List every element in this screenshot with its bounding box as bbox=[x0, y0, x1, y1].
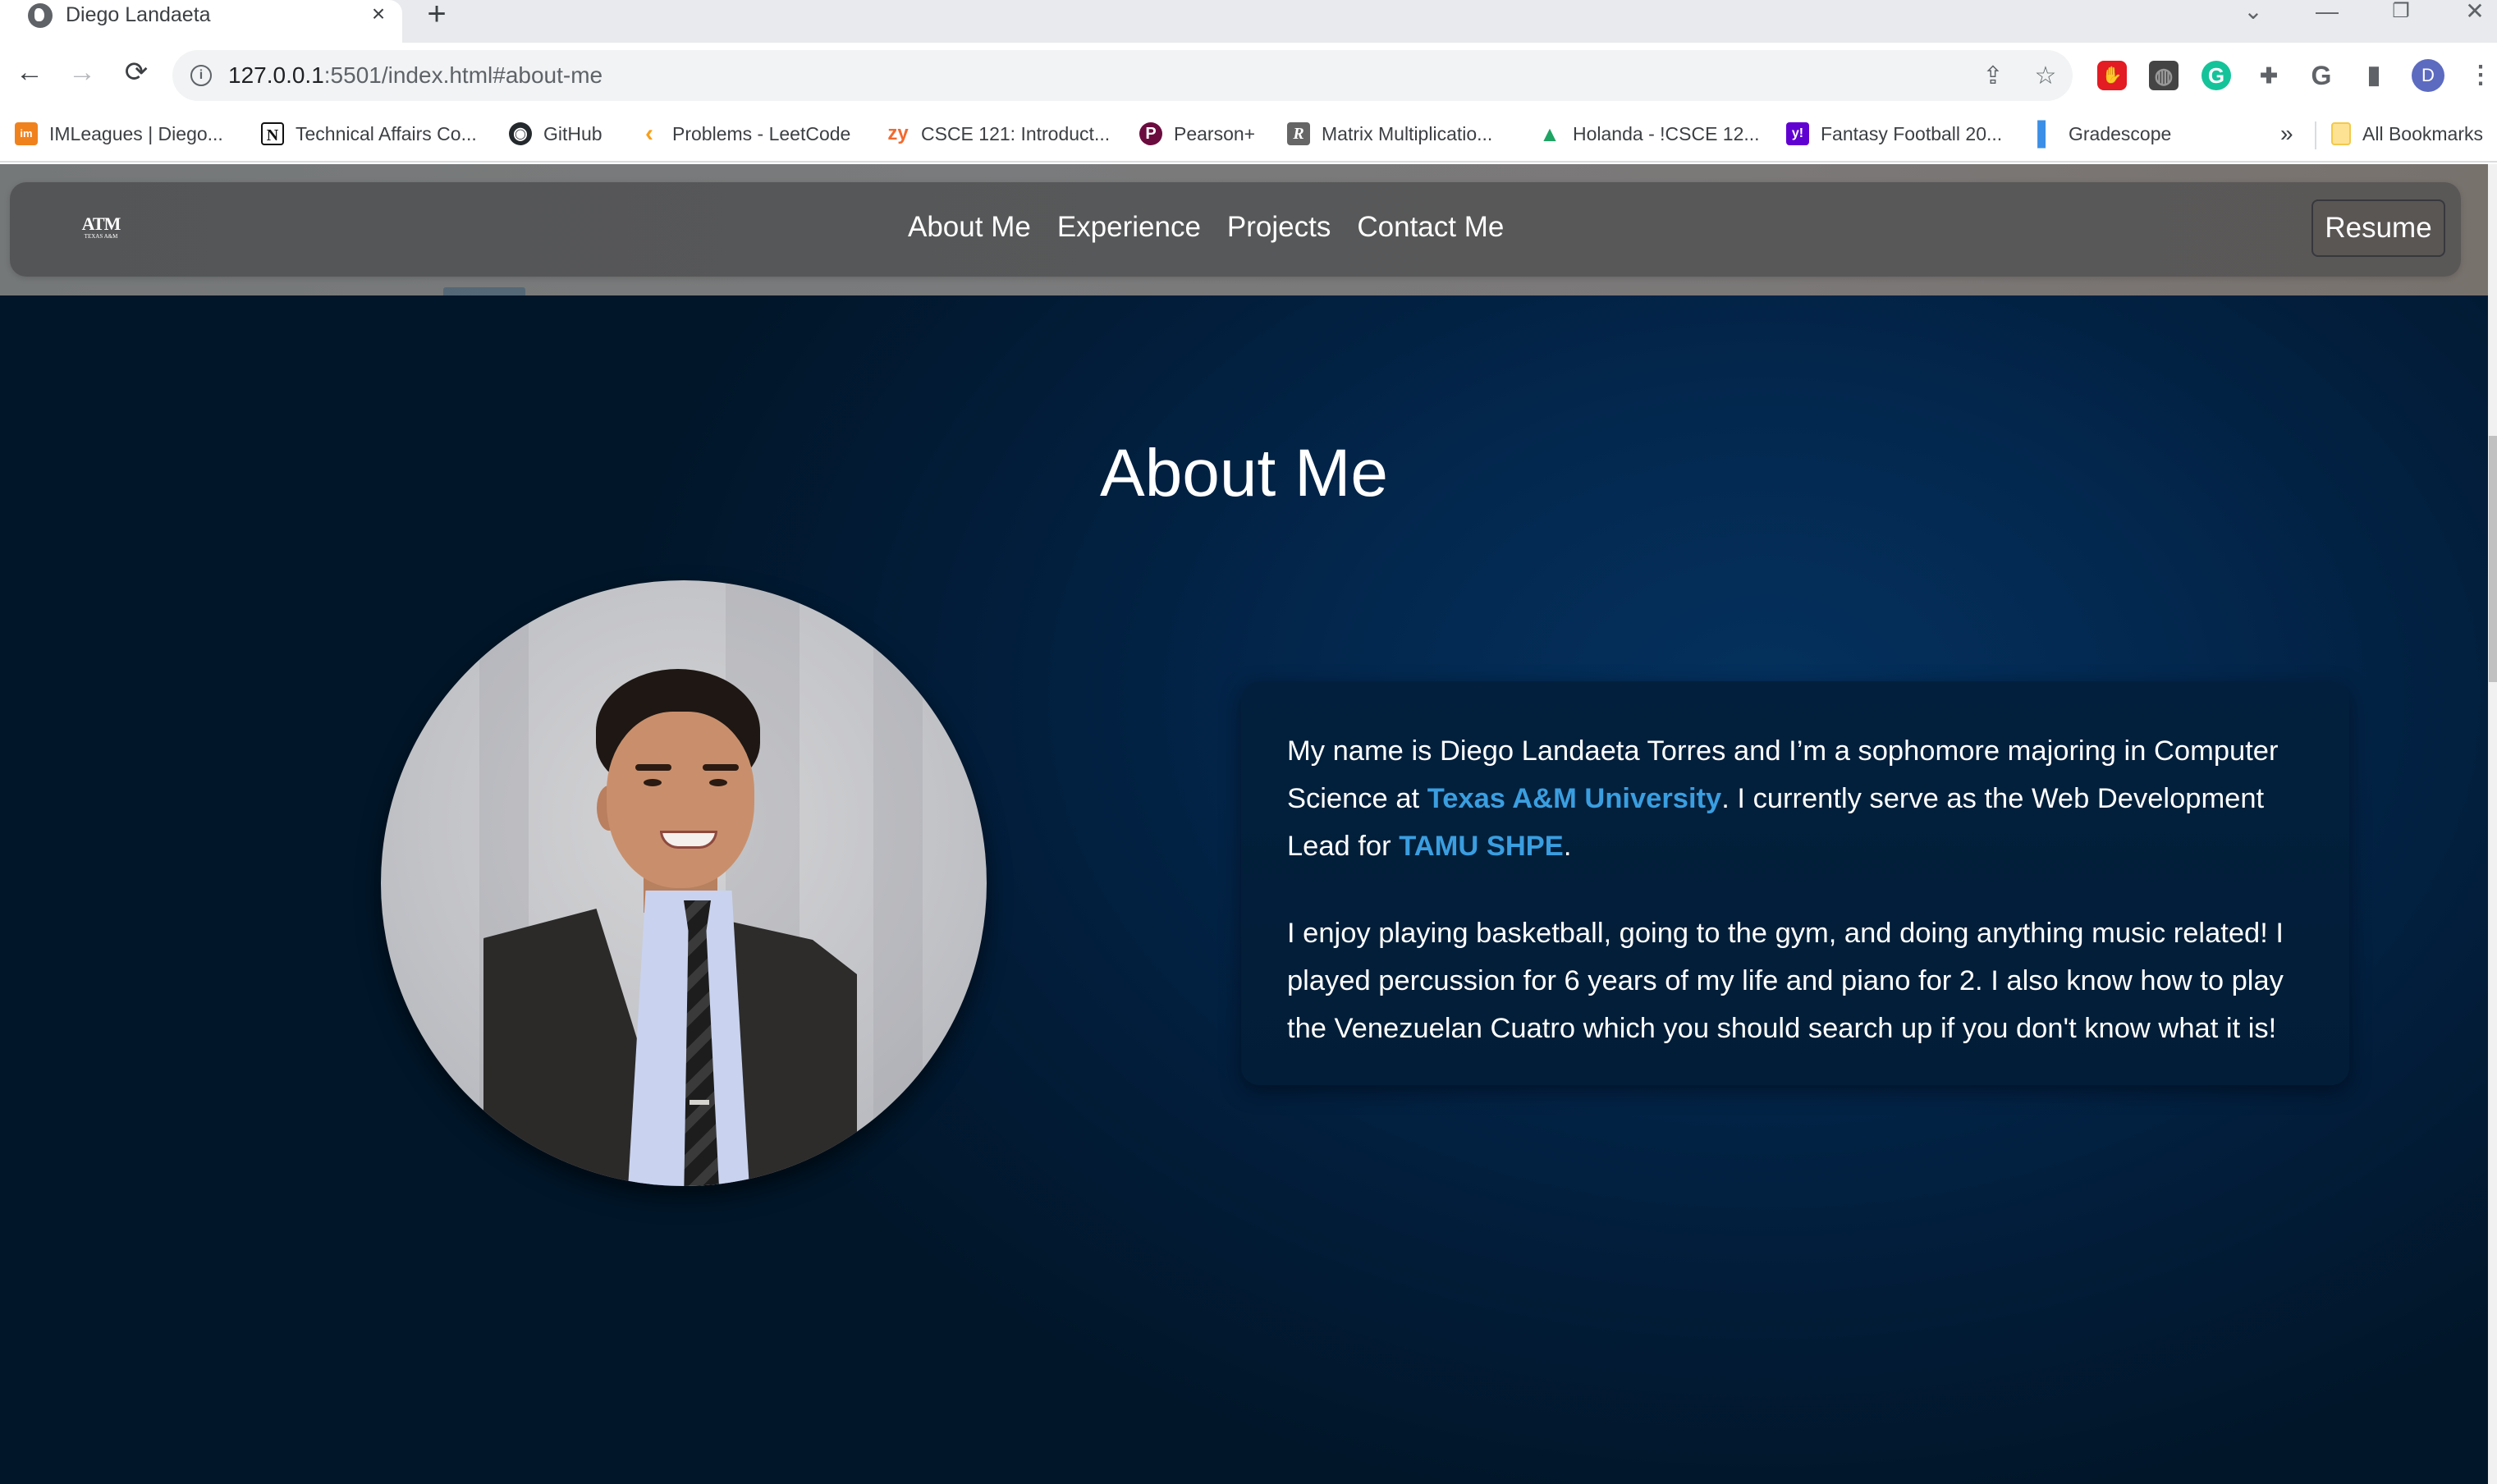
page-scrollbar[interactable] bbox=[2488, 164, 2497, 1484]
leetcode-icon: ‹ bbox=[645, 120, 653, 147]
back-button[interactable]: ← bbox=[13, 56, 46, 89]
bookmark-label: GitHub bbox=[543, 122, 602, 144]
reload-button[interactable]: ⟳ bbox=[120, 56, 153, 89]
browser-menu-icon[interactable]: ⋮ bbox=[2466, 61, 2495, 90]
shpe-link[interactable]: TAMU SHPE bbox=[1399, 831, 1564, 862]
profile-avatar[interactable]: D bbox=[2412, 59, 2444, 92]
url-host: 127.0.0.1 bbox=[228, 62, 324, 88]
logo-mark: ATM bbox=[81, 213, 121, 234]
share-icon[interactable]: ⇪ bbox=[1978, 62, 2008, 91]
google-drive-icon: ▲ bbox=[1539, 121, 1560, 146]
nav-link-experience[interactable]: Experience bbox=[1057, 207, 1201, 248]
bookmark-leetcode[interactable]: ‹ Problems - LeetCode bbox=[638, 120, 850, 148]
minimize-button[interactable]: — bbox=[2307, 0, 2348, 25]
bookmark-label: All Bookmarks bbox=[2362, 122, 2483, 144]
page-viewport: ATM TEXAS A&M About Me Experience Projec… bbox=[0, 164, 2488, 1484]
folder-icon bbox=[2331, 122, 2351, 145]
bookmarks-bar: im IMLeagues | Diego... N Technical Affair… bbox=[0, 108, 2497, 163]
bookmark-github[interactable]: ◉ GitHub bbox=[509, 120, 602, 148]
forward-button[interactable]: → bbox=[66, 56, 99, 89]
tab-search-icon[interactable]: ⌄ bbox=[2233, 0, 2274, 25]
about-text-span: . bbox=[1563, 831, 1572, 862]
new-tab-button[interactable]: + bbox=[420, 0, 453, 30]
restore-button[interactable]: ❐ bbox=[2380, 0, 2421, 25]
grammarly-extension-icon[interactable]: G bbox=[2201, 61, 2231, 90]
notion-icon: N bbox=[261, 122, 284, 145]
tamu-logo[interactable]: ATM TEXAS A&M bbox=[80, 215, 121, 248]
bookmark-label: Gradescope bbox=[2069, 122, 2172, 144]
google-extension-icon[interactable]: G bbox=[2307, 61, 2336, 90]
about-paragraph-2: I enjoy playing basketball, going to the… bbox=[1287, 918, 2284, 1044]
about-card: My name is Diego Landaeta Torres and I’m… bbox=[1241, 681, 2349, 1085]
skyline-decoration bbox=[443, 287, 525, 295]
bookmark-label: Pearson+ bbox=[1174, 122, 1256, 144]
globe-icon bbox=[28, 3, 53, 28]
address-url[interactable]: 127.0.0.1:5501/index.html#about-me bbox=[228, 62, 602, 89]
close-tab-icon[interactable]: × bbox=[366, 0, 391, 28]
nav-link-contact-me[interactable]: Contact Me bbox=[1357, 207, 1504, 248]
side-panel-icon[interactable]: ▮ bbox=[2359, 61, 2389, 90]
bookmark-label: Matrix Multiplicatio... bbox=[1322, 122, 1493, 144]
all-bookmarks-button[interactable]: All Bookmarks bbox=[2331, 120, 2483, 148]
bookmark-technical-affairs[interactable]: N Technical Affairs Co... bbox=[261, 120, 477, 148]
close-window-button[interactable]: ✕ bbox=[2454, 0, 2495, 25]
logo-text: TEXAS A&M bbox=[84, 233, 118, 240]
github-icon: ◉ bbox=[509, 122, 532, 145]
bookmark-holanda[interactable]: ▲ Holanda - !CSCE 12... bbox=[1538, 120, 1760, 148]
section-title: About Me bbox=[1100, 436, 1388, 511]
address-bar[interactable]: i 127.0.0.1:5501/index.html#about-me ⇪ ☆ bbox=[172, 50, 2073, 101]
about-paragraph-1: My name is Diego Landaeta Torres and I’m… bbox=[1287, 727, 2321, 870]
tab-strip: Diego Landaeta × + ⌄ — ❐ ✕ bbox=[0, 0, 2497, 43]
bookmark-label: Technical Affairs Co... bbox=[296, 122, 477, 144]
resume-button[interactable]: Resume bbox=[2311, 199, 2445, 257]
site-navbar: ATM TEXAS A&M About Me Experience Projec… bbox=[10, 182, 2461, 277]
bookmark-imleagues[interactable]: im IMLeagues | Diego... bbox=[15, 120, 223, 148]
tab-title: Diego Landaeta bbox=[66, 3, 211, 26]
yahoo-icon: y! bbox=[1786, 122, 1809, 145]
scrollbar-thumb[interactable] bbox=[2489, 436, 2497, 682]
bookmark-matrix[interactable]: R Matrix Multiplicatio... bbox=[1287, 120, 1492, 148]
bookmarks-overflow-button[interactable]: » bbox=[2280, 120, 2293, 148]
pearson-icon: P bbox=[1139, 122, 1162, 145]
url-path: :5501/index.html#about-me bbox=[323, 62, 603, 88]
bookmark-csce121[interactable]: zy CSCE 121: Introduct... bbox=[887, 120, 1110, 148]
tab-active[interactable]: Diego Landaeta × bbox=[0, 0, 402, 43]
about-text: My name is Diego Landaeta Torres and I’m… bbox=[1287, 727, 2321, 1052]
bookmarks-divider bbox=[2315, 121, 2316, 149]
bookmark-gradescope[interactable]: ▌ Gradescope bbox=[2034, 120, 2171, 148]
bookmark-label: Fantasy Football 20... bbox=[1821, 122, 2003, 144]
nav-links: About Me Experience Projects Contact Me bbox=[908, 207, 1504, 248]
bookmark-star-icon[interactable]: ☆ bbox=[2031, 62, 2060, 91]
nav-link-projects[interactable]: Projects bbox=[1227, 207, 1331, 248]
bookmark-label: CSCE 121: Introduct... bbox=[921, 122, 1111, 144]
profile-photo bbox=[381, 580, 987, 1186]
bookmark-label: Holanda - !CSCE 12... bbox=[1573, 122, 1760, 144]
browser-toolbar: ← → ⟳ i 127.0.0.1:5501/index.html#about-… bbox=[0, 43, 2497, 108]
r-icon: R bbox=[1287, 122, 1310, 145]
bookmark-fantasy-football[interactable]: y! Fantasy Football 20... bbox=[1786, 120, 2002, 148]
bookmark-label: Problems - LeetCode bbox=[672, 122, 851, 144]
nav-link-about-me[interactable]: About Me bbox=[908, 207, 1031, 248]
adblock-extension-icon[interactable]: ✋ bbox=[2097, 61, 2127, 90]
zybooks-icon: zy bbox=[887, 122, 909, 144]
site-info-icon[interactable]: i bbox=[190, 65, 212, 86]
bookmark-label: IMLeagues | Diego... bbox=[49, 122, 223, 144]
tamu-link[interactable]: Texas A&M University bbox=[1427, 783, 1722, 814]
screen-recorder-extension-icon[interactable]: ◍ bbox=[2149, 61, 2179, 90]
imleagues-icon: im bbox=[15, 122, 38, 145]
extensions-puzzle-icon[interactable]: ✚ bbox=[2254, 61, 2284, 90]
bookmark-pearson[interactable]: P Pearson+ bbox=[1139, 120, 1255, 148]
gradescope-icon: ▌ bbox=[2037, 121, 2054, 146]
